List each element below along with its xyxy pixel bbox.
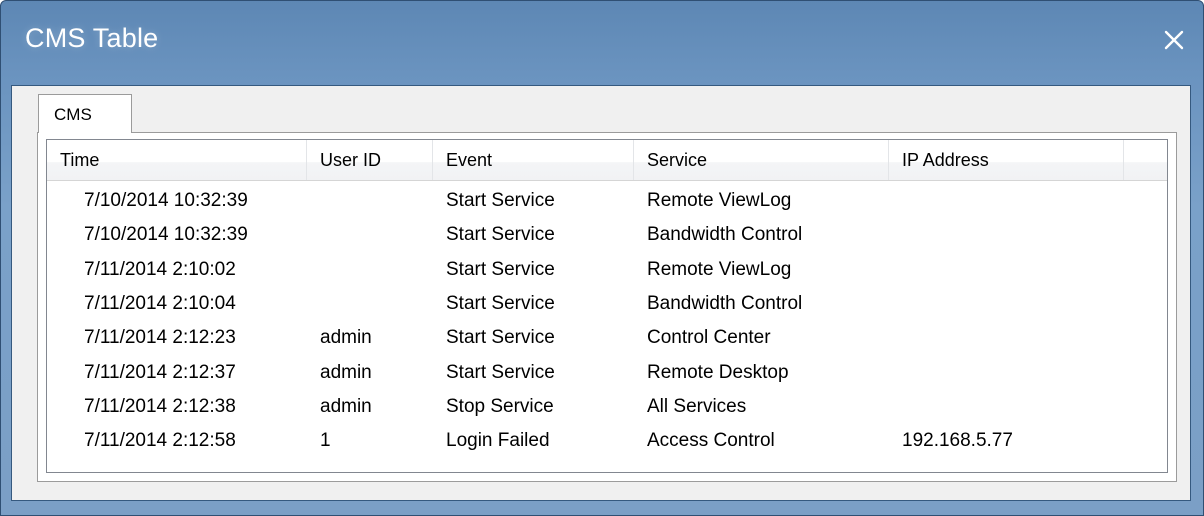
close-icon (1164, 30, 1184, 50)
cell-service: Bandwidth Control (647, 292, 803, 314)
tab-panel-cms: Time User ID Event Service IP Address 7/… (37, 132, 1177, 482)
cell-time: 7/11/2014 2:12:37 (84, 361, 236, 383)
column-header-time[interactable]: Time (47, 140, 307, 180)
column-header-ip-address[interactable]: IP Address (889, 140, 1124, 180)
window-title: CMS Table (25, 23, 159, 53)
table-row[interactable]: 7/11/2014 2:12:37 admin Start Service Remot… (47, 356, 1167, 390)
cell-service: Remote Desktop (647, 361, 789, 383)
cell-event: Start Service (446, 258, 555, 280)
cell-time: 7/11/2014 2:12:58 (84, 430, 236, 452)
cms-table-window: CMS Table CMS Time User ID Event Service… (0, 0, 1204, 516)
cell-event: Start Service (446, 190, 555, 211)
close-button[interactable] (1149, 15, 1199, 65)
cell-service: Remote ViewLog (647, 190, 792, 211)
cell-event: Start Service (446, 327, 555, 349)
cell-service: Remote ViewLog (647, 258, 792, 280)
cell-user-id: 1 (320, 430, 331, 452)
cell-service: Bandwidth Control (647, 224, 803, 246)
table-row[interactable]: 7/11/2014 2:10:02 Start Service Remote Vie… (47, 253, 1167, 287)
column-header-filler (1124, 140, 1167, 180)
title-bar[interactable]: CMS Table (1, 1, 1203, 87)
cell-time: 7/11/2014 2:12:23 (84, 327, 236, 349)
window-client-area: CMS Time User ID Event Service IP Addres… (11, 85, 1191, 501)
cell-event: Start Service (446, 361, 555, 383)
table-row[interactable]: 7/11/2014 2:12:58 1 Login Failed Access Con… (47, 424, 1167, 458)
tab-cms-label: CMS (54, 105, 92, 124)
table-row[interactable]: 7/11/2014 2:12:23 admin Start Service Contr… (47, 321, 1167, 355)
cell-user-id: admin (320, 327, 372, 349)
table-row[interactable]: 7/10/2014 10:32:39 Start Service Bandwidth… (47, 218, 1167, 252)
cell-service: Access Control (647, 430, 775, 452)
tab-cms[interactable]: CMS (38, 94, 132, 133)
cell-event: Login Failed (446, 430, 550, 452)
table-row[interactable]: 7/11/2014 2:10:04 Start Service Bandwidth … (47, 287, 1167, 321)
cms-event-table[interactable]: Time User ID Event Service IP Address 7/… (46, 139, 1168, 473)
cell-event: Stop Service (446, 395, 554, 417)
cell-time: 7/11/2014 2:10:04 (84, 292, 236, 314)
cell-service: Control Center (647, 327, 771, 349)
column-header-user-id[interactable]: User ID (307, 140, 433, 180)
cell-user-id: admin (320, 395, 372, 417)
cell-event: Start Service (446, 292, 555, 314)
table-header: Time User ID Event Service IP Address (47, 140, 1167, 181)
cell-time: 7/10/2014 10:32:39 (84, 190, 248, 211)
cell-time: 7/11/2014 2:10:02 (84, 258, 236, 280)
table-row[interactable]: 7/10/2014 10:32:39 Start Service Remote Vi… (47, 184, 1167, 218)
cell-time: 7/11/2014 2:12:38 (84, 395, 236, 417)
cell-event: Start Service (446, 224, 555, 246)
column-header-event[interactable]: Event (433, 140, 634, 180)
cell-ip-address: 192.168.5.77 (902, 430, 1013, 452)
table-row[interactable]: 7/11/2014 2:12:38 admin Stop Service All Se… (47, 390, 1167, 424)
cell-user-id: admin (320, 361, 372, 383)
cell-time: 7/10/2014 10:32:39 (84, 224, 248, 246)
cell-service: All Services (647, 395, 747, 417)
column-header-service[interactable]: Service (634, 140, 889, 180)
